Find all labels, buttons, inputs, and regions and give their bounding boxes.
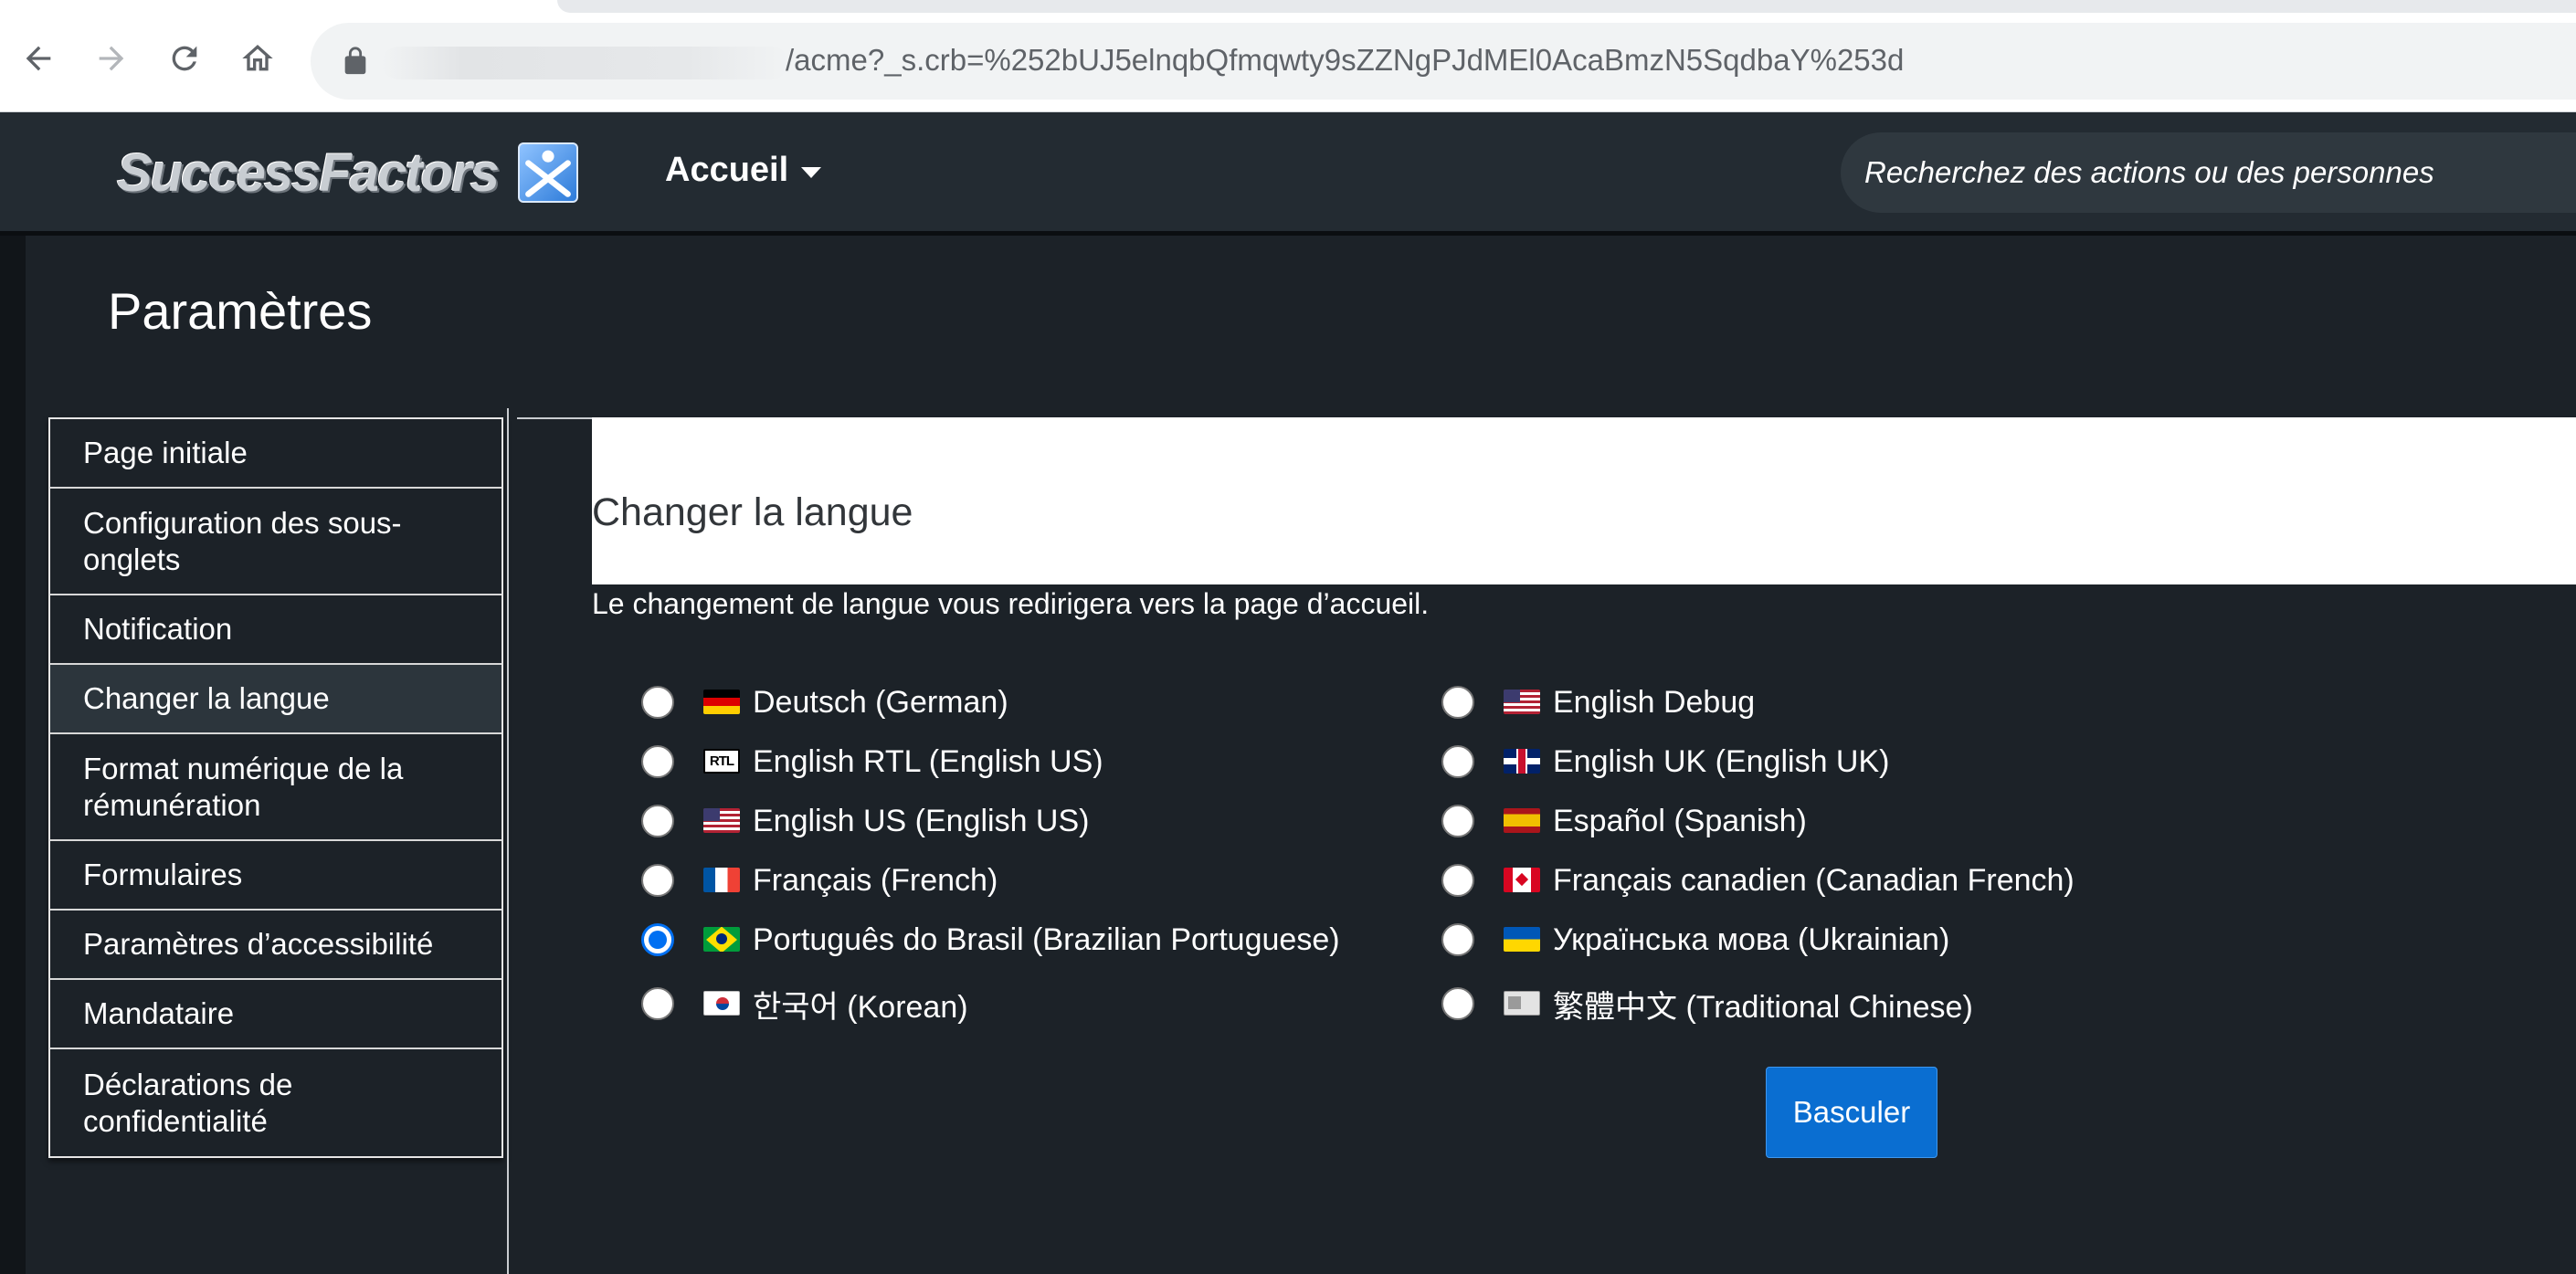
language-label: English Debug <box>1553 685 1756 720</box>
sidebar-item-proxy[interactable]: Mandataire <box>50 980 501 1049</box>
search-box[interactable] <box>1841 132 2576 213</box>
home-icon <box>242 45 273 71</box>
language-label: English US (English US) <box>753 804 1090 838</box>
language-option-english-rtl[interactable]: RTL English RTL (English US) <box>641 742 1103 780</box>
language-option-english-us[interactable]: English US (English US) <box>641 802 1089 839</box>
sidebar-item-label: Format numérique de la rémunération <box>83 751 404 822</box>
language-option-french[interactable]: Français (French) <box>641 861 998 899</box>
url-redaction <box>382 47 788 79</box>
language-label: Français canadien (Canadian French) <box>1553 863 2075 898</box>
language-label: 繁體中文 (Traditional Chinese) <box>1553 990 1973 1025</box>
germany-flag-icon <box>703 690 740 714</box>
arrow-right-icon <box>99 46 124 71</box>
radio-button[interactable] <box>641 863 674 897</box>
left-edge-strip <box>0 236 26 1274</box>
language-panel-header: Changer la langue <box>592 417 2576 584</box>
language-label: Português do Brasil (Brazilian Portugues… <box>753 922 1340 957</box>
usa-flag-icon <box>703 808 740 833</box>
language-label: Українська мова (Ukrainian) <box>1553 922 1950 957</box>
rtl-flag-icon: RTL <box>703 749 740 774</box>
france-flag-icon <box>703 868 740 892</box>
language-label: English UK (English UK) <box>1553 744 1890 779</box>
sidebar-item-accessibility-settings[interactable]: Paramètres d’accessibilité <box>50 911 501 980</box>
sidebar-item-label: Notification <box>83 612 233 646</box>
sidebar-item-label: Page initiale <box>83 436 248 469</box>
taiwan-flag-icon <box>1504 991 1540 1016</box>
language-label: 한국어 (Korean) <box>753 990 968 1025</box>
uk-flag-icon <box>1504 749 1540 774</box>
language-option-english-debug[interactable]: English Debug <box>1441 683 1755 721</box>
arrow-left-icon <box>26 46 51 71</box>
language-option-spanish[interactable]: Español (Spanish) <box>1441 802 1807 839</box>
sidebar-item-label: Formulaires <box>83 858 243 891</box>
search-input[interactable] <box>1863 154 2560 191</box>
sidebar-item-label: Configuration des sous-onglets <box>83 505 402 576</box>
language-label: Deutsch (German) <box>753 685 1008 720</box>
caret-down-icon <box>801 166 822 178</box>
logo-person-icon <box>517 142 578 203</box>
usa-flag-icon <box>1504 690 1540 714</box>
brazil-flag-icon <box>703 927 740 952</box>
sidebar-item-label: Changer la langue <box>83 681 330 715</box>
address-bar[interactable]: /acme?_s.crb=%252bUJ5elnqbQfmqwty9sZZNgP… <box>311 23 2576 100</box>
radio-button[interactable] <box>1441 922 1474 956</box>
language-label: Español (Spanish) <box>1553 804 1807 838</box>
radio-button[interactable] <box>641 685 674 719</box>
radio-button[interactable] <box>641 804 674 837</box>
language-option-canadian-french[interactable]: Français canadien (Canadian French) <box>1441 861 2075 899</box>
app-header: SuccessFactors Accueil <box>0 112 2576 236</box>
logo-text: SuccessFactors <box>117 142 500 203</box>
panel-description: Le changement de langue vous redirigera … <box>592 587 1430 620</box>
lock-icon <box>344 47 366 75</box>
switch-language-button[interactable]: Basculer <box>1766 1067 1937 1158</box>
language-option-korean[interactable]: 한국어 (Korean) <box>641 980 968 1027</box>
language-option-traditional-chinese[interactable]: 繁體中文 (Traditional Chinese) <box>1441 980 1973 1027</box>
home-menu-dropdown[interactable]: Accueil <box>665 151 822 190</box>
radio-button[interactable] <box>1441 986 1474 1020</box>
language-option-german[interactable]: Deutsch (German) <box>641 683 1008 721</box>
radio-button[interactable] <box>641 744 674 778</box>
radio-button[interactable] <box>1441 685 1474 719</box>
sidebar-item-compensation-number-format[interactable]: Format numérique de la rémunération <box>50 734 501 841</box>
settings-sidebar: Page initiale Configuration des sous-ong… <box>48 417 503 1158</box>
sidebar-item-page-initiale[interactable]: Page initiale <box>50 419 501 489</box>
home-button[interactable] <box>232 33 283 84</box>
forward-button[interactable] <box>86 33 137 84</box>
reload-button[interactable] <box>159 33 210 84</box>
korea-flag-icon <box>703 991 740 1016</box>
radio-button-selected[interactable] <box>641 922 674 956</box>
sidebar-item-forms[interactable]: Formulaires <box>50 841 501 911</box>
language-label: English RTL (English US) <box>753 744 1103 779</box>
content-divider <box>507 408 509 1274</box>
sidebar-item-privacy-statements[interactable]: Déclarations de confidentialité <box>50 1049 501 1156</box>
spain-flag-icon <box>1504 808 1540 833</box>
home-menu-label: Accueil <box>665 151 789 189</box>
sidebar-item-change-language[interactable]: Changer la langue <box>50 665 501 734</box>
radio-button[interactable] <box>641 986 674 1020</box>
canada-flag-icon <box>1504 868 1540 892</box>
sidebar-item-label: Paramètres d’accessibilité <box>83 927 434 961</box>
ukraine-flag-icon <box>1504 927 1540 952</box>
successfactors-logo[interactable]: SuccessFactors <box>117 138 610 207</box>
url-text: /acme?_s.crb=%252bUJ5elnqbQfmqwty9sZZNgP… <box>786 43 1905 77</box>
browser-toolbar: /acme?_s.crb=%252bUJ5elnqbQfmqwty9sZZNgP… <box>0 0 2576 112</box>
sidebar-item-label: Mandataire <box>83 996 235 1030</box>
radio-button[interactable] <box>1441 804 1474 837</box>
language-label: Français (French) <box>753 863 998 898</box>
content-divider-top <box>517 417 592 419</box>
language-option-english-uk[interactable]: English UK (English UK) <box>1441 742 1889 780</box>
panel-title: Changer la langue <box>592 490 913 534</box>
page-title: Paramètres <box>108 282 373 340</box>
radio-button[interactable] <box>1441 863 1474 897</box>
language-option-ukrainian[interactable]: Українська мова (Ukrainian) <box>1441 921 1949 958</box>
reload-icon <box>172 46 197 71</box>
tab-strip <box>557 0 2576 13</box>
sidebar-item-sub-tabs-configuration[interactable]: Configuration des sous-onglets <box>50 489 501 595</box>
sidebar-item-notification[interactable]: Notification <box>50 595 501 665</box>
back-button[interactable] <box>13 33 64 84</box>
language-option-brazilian-portuguese[interactable]: Português do Brasil (Brazilian Portugues… <box>641 921 1340 958</box>
radio-button[interactable] <box>1441 744 1474 778</box>
sidebar-item-label: Déclarations de confidentialité <box>83 1067 293 1138</box>
